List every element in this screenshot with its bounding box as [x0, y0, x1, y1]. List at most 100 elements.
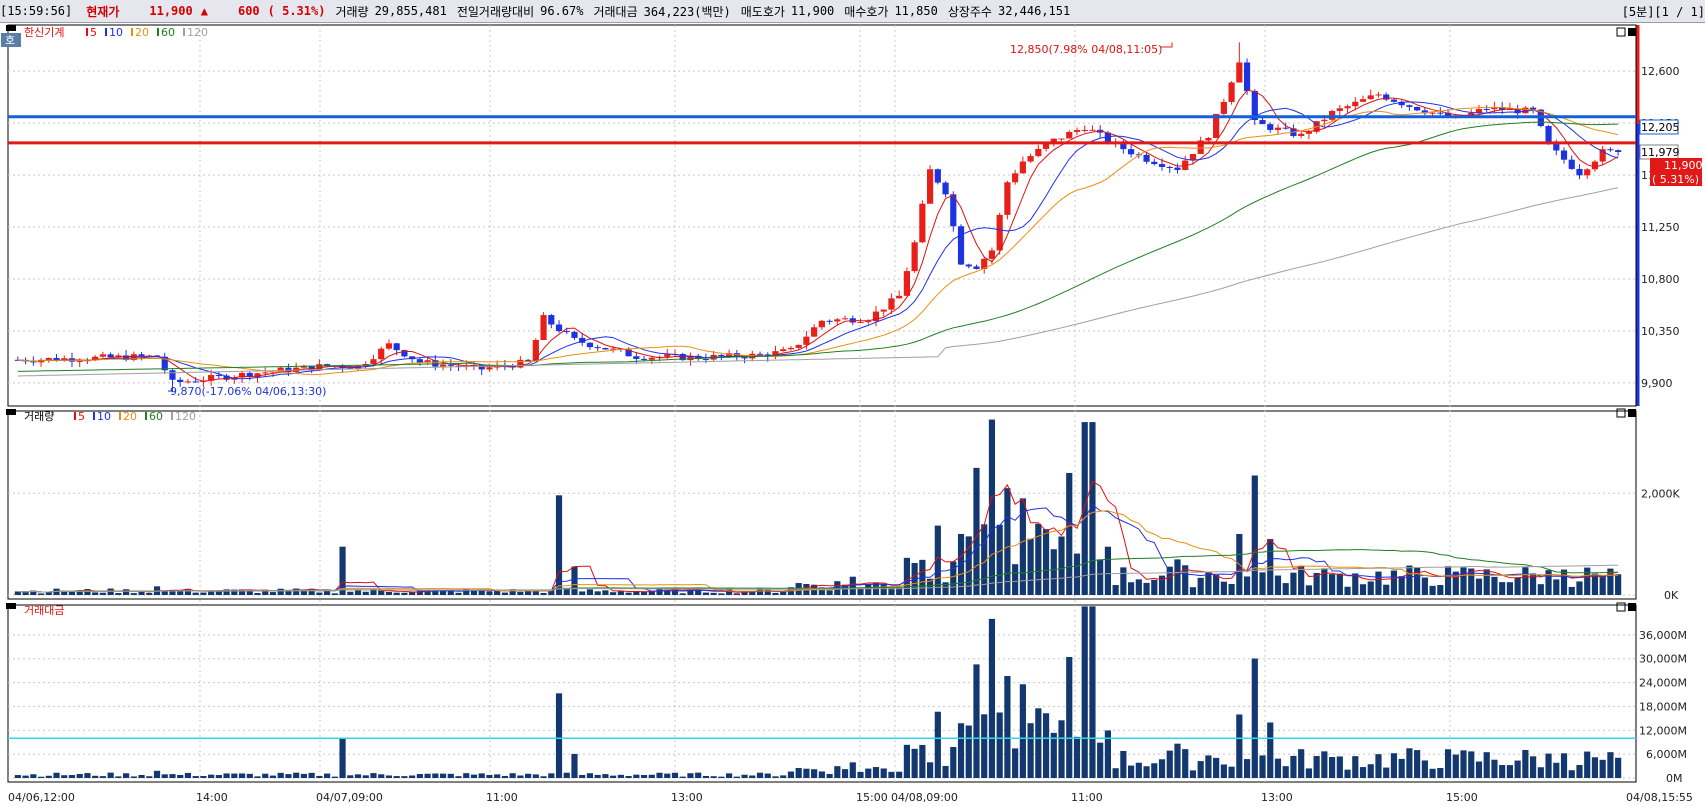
candle-body [1298, 133, 1305, 136]
x-tick-label: 15:00 [856, 791, 888, 804]
volume-bar [138, 591, 145, 595]
shares-value: 32,446,151 [997, 4, 1071, 18]
amount-bar [115, 776, 122, 778]
volume-bar [718, 593, 725, 595]
volume-bar [702, 592, 709, 595]
price-legend-title: 한신기계 [24, 26, 64, 39]
amount-bar [30, 774, 37, 778]
side-icon[interactable]: 호 [5, 34, 15, 47]
amount-bar [1066, 657, 1073, 778]
volume-bar [316, 592, 323, 595]
amount-label: 거래대금 [593, 4, 638, 19]
amount-bar [393, 776, 400, 778]
quote-time: [15:59:56] [0, 4, 73, 18]
close-icon[interactable] [1628, 603, 1636, 611]
amount-bar [602, 774, 609, 778]
volume-bar [1135, 579, 1142, 595]
panel-menu-icon[interactable] [6, 25, 16, 31]
close-icon[interactable] [1628, 28, 1636, 36]
volume-bar [1390, 570, 1398, 595]
amount-bar [200, 775, 207, 778]
amount-bar [354, 774, 362, 778]
amount-bar [1584, 751, 1591, 778]
volume-bar [1189, 587, 1197, 595]
volume-bar [1112, 585, 1119, 595]
amount-bar [733, 776, 740, 778]
amount-y-tick: 0M [1666, 772, 1683, 785]
volume-bar [579, 591, 586, 595]
amount-bar [1089, 606, 1096, 778]
amount-bar [965, 725, 972, 778]
amount-bar [146, 776, 153, 778]
candle-body [99, 354, 106, 357]
amount-bar [277, 772, 284, 778]
amount-bar [525, 773, 532, 778]
candle-body [1375, 94, 1382, 96]
price-change: 600 [237, 4, 260, 18]
candle-body [416, 359, 423, 363]
volume-bar [772, 592, 779, 595]
amount-bar [811, 769, 818, 778]
volume-bar [1599, 576, 1606, 595]
candle-body [756, 353, 764, 355]
amount-bar [532, 774, 539, 778]
amount-bar [1012, 748, 1019, 778]
candle-body [702, 359, 709, 361]
volume-bar [563, 588, 570, 595]
price-panel-frame [7, 24, 1637, 407]
amount-bar [1329, 757, 1336, 778]
volume-bar [957, 533, 965, 595]
candle-body [525, 359, 532, 361]
volume-bar [1615, 574, 1622, 595]
volume-bar [354, 590, 362, 595]
amount-bar [416, 774, 423, 778]
amount-bar [347, 775, 354, 778]
volume-bar [123, 589, 130, 595]
amount-bar [439, 773, 447, 778]
amount-bar [1591, 757, 1599, 778]
current-pct-tag: ( 5.31%) [1652, 173, 1699, 186]
volume-bar [1220, 581, 1227, 595]
price-y-tick: 10,350 [1641, 325, 1680, 338]
amount-bar [1607, 752, 1614, 778]
volume-bar [1537, 584, 1544, 595]
amount-bar [950, 747, 957, 778]
amount-bar [1290, 755, 1297, 778]
candle-body [1437, 112, 1444, 114]
amount-bar [625, 776, 632, 778]
amount-bar [45, 775, 52, 778]
volume-bar [586, 589, 594, 595]
amount-bar [1228, 766, 1235, 778]
amount-panel-menu-icon[interactable] [6, 603, 16, 609]
amount-bar [409, 775, 416, 778]
amount-bar [1305, 768, 1312, 778]
volume-bar [378, 590, 385, 595]
amount-bar [919, 744, 926, 778]
amount-bar [1128, 765, 1135, 778]
legend-label: 60 [149, 410, 163, 423]
amount-bar [741, 774, 748, 778]
volume-bar [1097, 559, 1104, 595]
amount-bar [1158, 759, 1166, 778]
amount-bar [517, 775, 524, 778]
amount-bar [1213, 757, 1220, 778]
close-icon[interactable] [1628, 409, 1636, 417]
volume-bar [1120, 567, 1127, 595]
candle-body [1019, 161, 1026, 174]
candle-body [215, 375, 222, 377]
amount-bar [586, 773, 594, 778]
volume-bar [215, 591, 222, 595]
amount-bar [254, 776, 261, 778]
amount-bar [1151, 763, 1158, 778]
amount-bar [671, 772, 679, 778]
period-selector[interactable]: [5분][1 / 1] [1622, 3, 1705, 20]
amount-bar [1112, 768, 1119, 778]
volume-bar [1205, 572, 1212, 595]
candle-body [45, 357, 52, 360]
volume-bar [1429, 585, 1436, 595]
amount-bar [633, 774, 640, 778]
volume-panel-menu-icon[interactable] [6, 409, 16, 415]
amount-bar [764, 773, 771, 778]
amount-bar [1452, 754, 1459, 778]
amount-bar [169, 774, 176, 778]
